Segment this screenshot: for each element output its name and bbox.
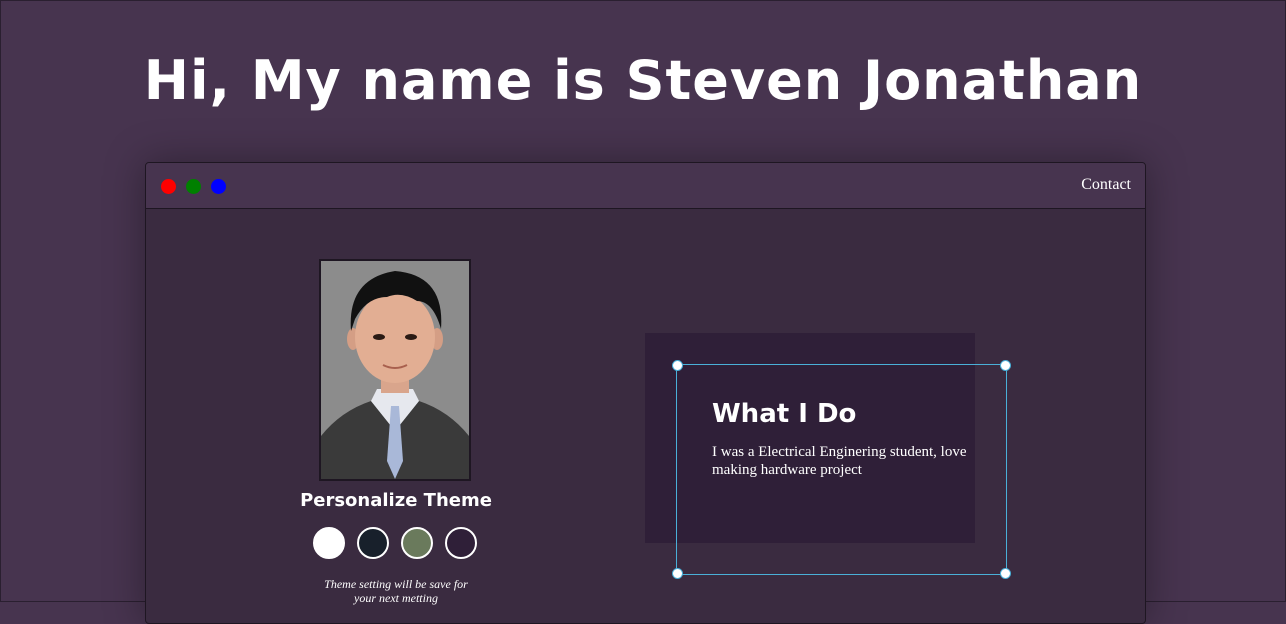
page-title: Hi, My name is Steven Jonathan (143, 49, 1143, 112)
theme-save-note: Theme setting will be save for your next… (324, 577, 468, 605)
card-description: I was a Electrical Enginering student, l… (712, 444, 967, 478)
resize-handle-top-right[interactable] (1000, 360, 1011, 371)
card-title: What I Do (712, 399, 857, 429)
contact-link[interactable]: Contact (1081, 176, 1131, 194)
window-maximize-dot[interactable] (186, 179, 201, 194)
window-close-dot[interactable] (161, 179, 176, 194)
what-i-do-card[interactable]: What I Do I was a Electrical Enginering … (672, 360, 1011, 579)
resize-handle-top-left[interactable] (672, 360, 683, 371)
theme-swatch-navy[interactable] (357, 527, 389, 559)
portrait-image (321, 261, 469, 479)
personalize-theme-heading: Personalize Theme (300, 490, 492, 511)
theme-swatch-white[interactable] (313, 527, 345, 559)
theme-swatch-plum[interactable] (445, 527, 477, 559)
profile-photo (319, 259, 471, 481)
resize-handle-bottom-right[interactable] (1000, 568, 1011, 579)
browser-window: Contact Personalize Theme Theme setting … (145, 162, 1146, 624)
window-titlebar: Contact (146, 163, 1145, 209)
window-minimize-dot[interactable] (211, 179, 226, 194)
theme-swatch-sage[interactable] (401, 527, 433, 559)
resize-handle-bottom-left[interactable] (672, 568, 683, 579)
